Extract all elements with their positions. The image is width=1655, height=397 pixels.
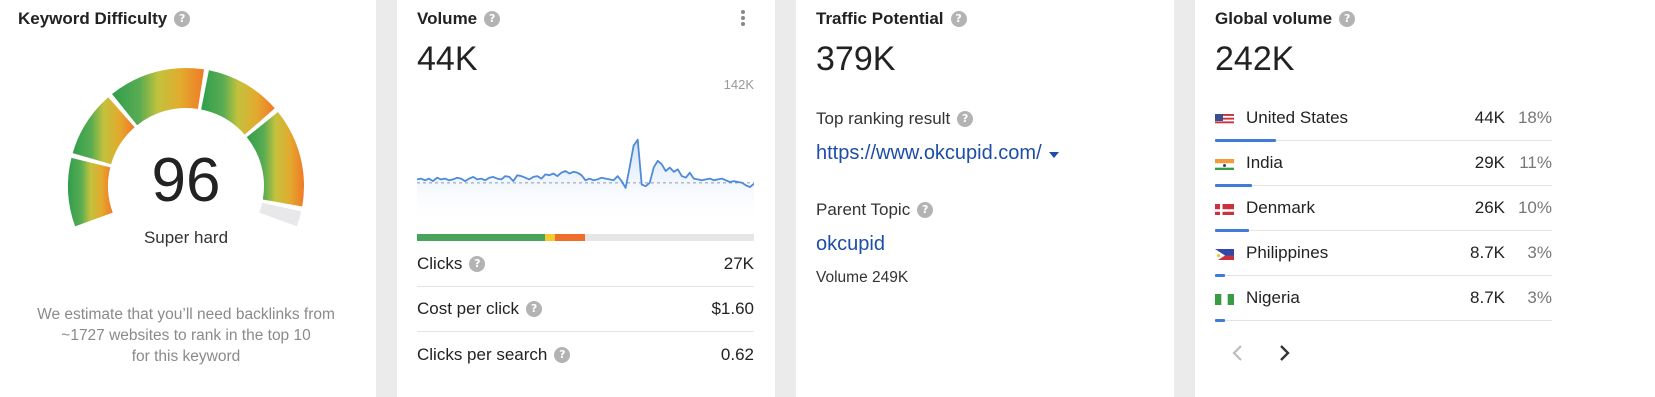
- difficulty-score: 96: [151, 146, 221, 215]
- global-volume-card: Global volume ? 242K United States 44K 1…: [1195, 0, 1655, 397]
- parent-topic-label: Parent Topic ?: [816, 200, 934, 220]
- global-volume-value: 242K: [1215, 40, 1295, 78]
- card-title: Traffic Potential ?: [816, 9, 967, 29]
- keyword-difficulty-card: Keyword Difficulty ? 96 Super hard We es…: [0, 0, 376, 397]
- parent-topic-volume: Volume 249K: [816, 269, 909, 286]
- top-result-label: Top ranking result ?: [816, 109, 974, 129]
- metric-row-cps: Clicks per search? 0.62: [417, 344, 754, 364]
- metric-row-clicks: Clicks? 27K: [417, 242, 754, 287]
- bar-segment: [545, 234, 556, 241]
- help-icon[interactable]: ?: [526, 301, 543, 317]
- country-row[interactable]: Denmark 26K 10%: [1215, 186, 1552, 232]
- gauge-segment: [112, 68, 205, 126]
- top-result-link[interactable]: https://www.okcupid.com/: [816, 142, 1059, 165]
- country-row[interactable]: Nigeria 8.7K 3%: [1215, 276, 1552, 322]
- help-icon[interactable]: ?: [917, 202, 934, 218]
- country-row[interactable]: Philippines 8.7K 3%: [1215, 231, 1552, 277]
- india-flag-icon: [1215, 157, 1234, 170]
- difficulty-note: We estimate that you’ll need backlinks f…: [37, 306, 335, 365]
- parent-topic-link[interactable]: okcupid: [816, 233, 885, 256]
- volume-value: 44K: [417, 40, 478, 78]
- volume-trend-chart[interactable]: [417, 100, 754, 220]
- bar-segment: [417, 234, 546, 241]
- bar-segment: [555, 234, 586, 241]
- us-flag-icon: [1215, 112, 1234, 125]
- metric-row-cpc: Cost per click? $1.60: [417, 287, 754, 332]
- help-icon[interactable]: ?: [957, 111, 974, 127]
- help-icon[interactable]: ?: [469, 256, 486, 272]
- card-title: Keyword Difficulty ?: [18, 9, 191, 29]
- traffic-value: 379K: [816, 40, 896, 78]
- help-icon[interactable]: ?: [950, 11, 967, 27]
- volume-card: Volume ? 44K 142K Clicks? 27K Cost per c…: [397, 0, 775, 397]
- difficulty-label: Super hard: [143, 228, 229, 247]
- traffic-potential-card: Traffic Potential ? 379K Top ranking res…: [796, 0, 1174, 397]
- help-icon[interactable]: ?: [174, 11, 191, 27]
- card-title: Global volume ?: [1215, 9, 1356, 29]
- country-row[interactable]: India 29K 11%: [1215, 141, 1552, 187]
- chevron-right-icon[interactable]: [1277, 342, 1291, 369]
- help-icon[interactable]: ?: [484, 11, 501, 27]
- more-options-icon[interactable]: [736, 8, 750, 30]
- difficulty-distribution-bar: [417, 234, 754, 241]
- chart-max-label: 142K: [723, 77, 754, 92]
- card-title: Volume ?: [417, 9, 501, 29]
- country-row[interactable]: United States 44K 18%: [1215, 96, 1552, 142]
- caret-down-icon[interactable]: [1048, 152, 1059, 158]
- help-icon[interactable]: ?: [554, 346, 571, 363]
- share-bar: [1215, 319, 1226, 322]
- nigeria-flag-icon: [1215, 292, 1234, 305]
- help-icon[interactable]: ?: [1339, 11, 1356, 27]
- chevron-left-icon[interactable]: [1231, 342, 1245, 369]
- denmark-flag-icon: [1215, 202, 1234, 215]
- philippines-flag-icon: [1215, 247, 1234, 260]
